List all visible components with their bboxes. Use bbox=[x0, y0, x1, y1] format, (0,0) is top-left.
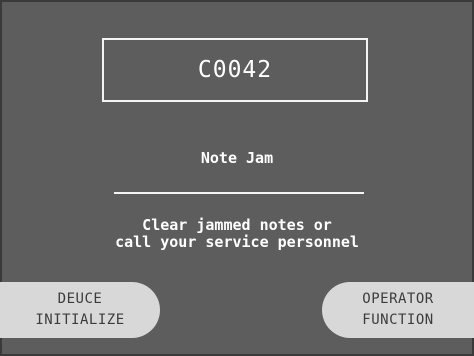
deuce-initialize-button[interactable]: DEUCE INITIALIZE bbox=[0, 282, 160, 338]
error-code: C0042 bbox=[197, 57, 273, 83]
error-title: Note Jam bbox=[200, 149, 274, 167]
deuce-initialize-label-line-1: DEUCE bbox=[57, 291, 103, 307]
operator-function-label-line-1: OPERATOR bbox=[362, 291, 434, 307]
error-message-line-2: call your service personnel bbox=[115, 233, 359, 251]
operator-function-label-line-2: FUNCTION bbox=[362, 312, 434, 328]
atm-error-screen: C0042 Note Jam Clear jammed notes or cal… bbox=[0, 0, 474, 356]
deuce-initialize-label-line-2: INITIALIZE bbox=[35, 312, 125, 328]
divider bbox=[114, 192, 364, 194]
error-message-line-1: Clear jammed notes or bbox=[142, 216, 332, 234]
error-message: Clear jammed notes or call your service … bbox=[0, 217, 474, 251]
operator-function-button[interactable]: OPERATOR FUNCTION bbox=[322, 282, 474, 338]
error-code-box: C0042 bbox=[102, 38, 368, 102]
